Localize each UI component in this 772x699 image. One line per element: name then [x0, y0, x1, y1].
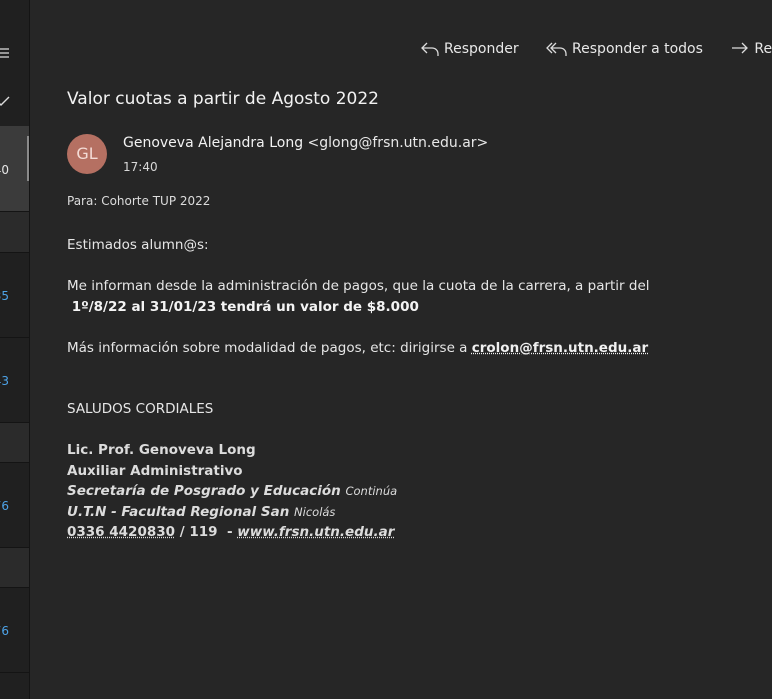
signature-org: U.T.N - Facultad Regional San Nicolás	[67, 502, 757, 523]
signature-dept: Secretaría de Posgrado y Educación Conti…	[67, 481, 757, 502]
signature-dept-suffix: Continúa	[345, 484, 398, 498]
signature-name: Lic. Prof. Genoveva Long	[67, 442, 256, 458]
reply-button[interactable]: Responder	[420, 40, 519, 58]
list-item-time: 76	[0, 624, 9, 638]
signature-org-text: U.T.N - Facultad Regional San	[67, 503, 290, 520]
sender-avatar[interactable]: GL	[67, 134, 107, 174]
forward-label: Reenvi	[754, 41, 772, 57]
more-info-text: Más información sobre modalidad de pagos…	[67, 339, 472, 356]
reply-all-icon	[546, 42, 567, 56]
body-line-1: Me informan desde la administración de p…	[67, 278, 650, 294]
sender-name: Genoveva Alejandra Long	[123, 135, 304, 151]
reading-toolbar: Responder Responder a todos Reenvi	[420, 40, 772, 64]
message-list-strip: 40 35 43 76 76	[0, 0, 30, 699]
contact-email-link[interactable]: crolon@frsn.utn.edu.ar	[472, 340, 648, 356]
avatar-initials: GL	[76, 144, 98, 163]
list-item-selected[interactable]: 40	[0, 126, 29, 212]
more-info-line: Más información sobre modalidad de pagos…	[67, 338, 757, 359]
list-item-time: 76	[0, 499, 9, 513]
signature-dept-text: Secretaría de Posgrado y Educación	[67, 483, 341, 499]
list-item[interactable]: 35	[0, 253, 29, 338]
menu-icon[interactable]	[0, 42, 29, 64]
forward-icon	[732, 42, 749, 54]
greeting: Estimados alumn@s:	[67, 237, 209, 253]
signature-block: SALUDOS CORDIALES Lic. Prof. Genoveva Lo…	[67, 399, 757, 543]
reply-label: Responder	[444, 41, 519, 57]
signature-web-link[interactable]: www.frsn.utn.edu.ar	[237, 524, 394, 540]
sender-line[interactable]: Genoveva Alejandra Long <glong@frsn.utn.…	[123, 135, 488, 151]
select-check-icon[interactable]	[0, 90, 29, 112]
list-item[interactable]: 76	[0, 588, 29, 673]
message-body: Estimados alumn@s: Me informan desde la …	[67, 235, 757, 543]
reply-all-label: Responder a todos	[572, 41, 703, 57]
sender-email: <glong@frsn.utn.edu.ar>	[307, 135, 489, 151]
reply-all-button[interactable]: Responder a todos	[546, 40, 703, 58]
list-item[interactable]: 43	[0, 338, 29, 423]
list-item-time: 35	[0, 289, 9, 303]
recipients[interactable]: Para: Cohorte TUP 2022	[67, 194, 210, 208]
list-group-header	[0, 548, 29, 588]
signature-contact: 0336 4420830 / 119 - www.frsn.utn.edu.ar	[67, 522, 757, 543]
signature-role: Auxiliar Administrativo	[67, 462, 243, 479]
reply-icon	[421, 42, 439, 56]
list-item[interactable]: 76	[0, 463, 29, 548]
message-time: 17:40	[123, 160, 158, 174]
signature-org-suffix: Nicolás	[294, 504, 336, 519]
forward-button[interactable]: Reenvi	[730, 40, 772, 58]
body-line-2: 1º/8/22 al 31/01/23 tendrá un valor de $…	[67, 298, 419, 315]
signature-ext: / 119 -	[175, 524, 238, 540]
signature-phone-link[interactable]: 0336 4420830	[67, 524, 175, 540]
list-group-header	[0, 423, 29, 463]
list-item-time: 43	[0, 374, 9, 388]
list-group-header	[0, 212, 29, 253]
closing: SALUDOS CORDIALES	[67, 401, 214, 417]
message-subject: Valor cuotas a partir de Agosto 2022	[67, 89, 379, 109]
list-item-time: 40	[0, 163, 9, 177]
list-scrollbar[interactable]	[27, 136, 29, 181]
